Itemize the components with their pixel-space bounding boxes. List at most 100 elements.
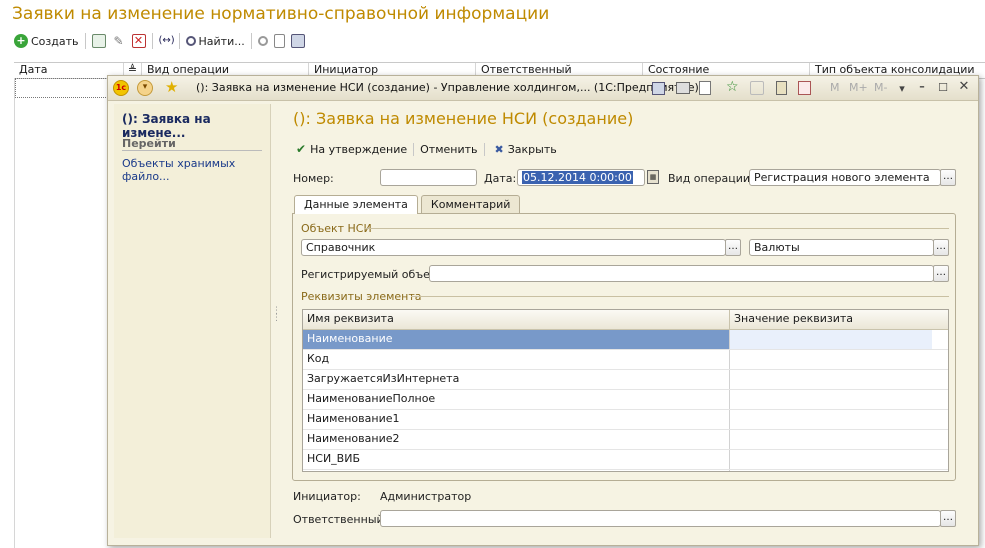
initiator-label: Инициатор: <box>293 490 361 503</box>
save-icon[interactable] <box>652 82 665 95</box>
attributes-group-line <box>411 296 949 297</box>
date-field[interactable]: 05.12.2014 0:00:00 <box>517 169 645 186</box>
tab-comment[interactable]: Комментарий <box>420 195 521 213</box>
attribute-name-cell[interactable]: Наименование <box>303 330 730 349</box>
attributes-group-title: Реквизиты элемента <box>301 290 422 303</box>
table-row[interactable]: Наименование <box>303 330 948 350</box>
find-button[interactable]: Найти... <box>185 34 245 48</box>
dropdown-icon[interactable]: ▾ <box>895 82 909 96</box>
attribute-name-cell[interactable]: Наименование2 <box>303 430 730 449</box>
nsi-object-field[interactable]: Валюты <box>749 239 934 256</box>
table-row[interactable]: ЗагружаетсяИзИнтернета <box>303 370 948 390</box>
refresh-icon[interactable]: (↔) <box>159 34 175 48</box>
number-label: Номер: <box>293 172 334 185</box>
calendar-icon[interactable] <box>798 81 811 95</box>
responsible-field[interactable] <box>380 510 941 527</box>
table-row[interactable]: Наименование1 <box>303 410 948 430</box>
minimize-icon[interactable]: – <box>915 80 929 94</box>
nav-form-title[interactable]: (): Заявка на измене... <box>122 112 270 140</box>
form-title: (): Заявка на изменение НСИ (создание) <box>293 109 634 128</box>
column-attribute-value[interactable]: Значение реквизита <box>730 310 932 329</box>
save-icon[interactable] <box>290 34 305 48</box>
navigation-pane: (): Заявка на измене... Перейти Объекты … <box>114 104 271 538</box>
operation-select-button[interactable]: … <box>940 169 956 186</box>
table-row[interactable]: НСИ_ВИБ <box>303 450 948 470</box>
request-window: 1с ▾ ★ (): Заявка на изменение НСИ (созд… <box>107 75 979 546</box>
delete-icon[interactable]: ✕ <box>131 34 146 48</box>
memory-minus-button[interactable]: M- <box>874 81 887 94</box>
attribute-name-cell[interactable]: НаименованиеПолное <box>303 390 730 409</box>
attribute-name-cell[interactable]: НСИ_ВИБ <box>303 450 730 469</box>
calculator-icon[interactable] <box>776 81 787 95</box>
favorite-star-icon[interactable]: ★ <box>165 78 178 96</box>
attribute-value-cell[interactable] <box>730 390 932 409</box>
responsible-label: Ответственный: <box>293 513 388 526</box>
table-row[interactable]: НСИ_НеАктивный <box>303 470 948 471</box>
checkmark-icon: ✔ <box>296 142 307 156</box>
date-label: Дата: <box>484 172 517 185</box>
memory-plus-button[interactable]: M+ <box>849 81 868 94</box>
toolbar-separator <box>84 33 86 49</box>
close-icon[interactable]: ✕ <box>957 80 971 94</box>
attribute-value-cell[interactable] <box>730 350 932 369</box>
splitter-handle[interactable]: ⋮ ⋮ <box>272 307 281 323</box>
nav-link-stored-files[interactable]: Объекты хранимых файло... <box>122 157 270 183</box>
form-command-bar: ✔ На утверждение Отменить ✖ Закрыть <box>296 142 557 156</box>
attribute-name-cell[interactable]: ЗагружаетсяИзИнтернета <box>303 370 730 389</box>
cancel-button[interactable]: Отменить <box>420 143 477 156</box>
registered-object-field[interactable] <box>429 265 934 282</box>
table-rows: Наименование Код ЗагружаетсяИзИнтернета Наи… <box>303 330 948 471</box>
document-icon[interactable] <box>273 34 285 48</box>
attribute-value-cell[interactable] <box>730 330 932 349</box>
tab-strip: Данные элемента Комментарий <box>294 195 521 214</box>
tab-element-data[interactable]: Данные элемента <box>294 195 418 214</box>
memory-m-button[interactable]: M <box>830 81 840 94</box>
initiator-value: Администратор <box>380 490 472 503</box>
edit-icon[interactable]: ✎ <box>112 34 126 48</box>
maximize-icon[interactable]: ☐ <box>936 81 950 95</box>
registered-object-select-button[interactable]: … <box>933 265 949 282</box>
print-icon[interactable] <box>676 82 690 94</box>
attribute-value-cell[interactable] <box>730 410 932 429</box>
history-icon[interactable] <box>750 81 764 95</box>
attribute-name-cell[interactable]: НСИ_НеАктивный <box>303 470 730 471</box>
nsi-type-select-button[interactable]: … <box>725 239 741 256</box>
attribute-value-cell[interactable] <box>730 430 932 449</box>
attribute-value-cell[interactable] <box>730 370 932 389</box>
attribute-name-cell[interactable]: Код <box>303 350 730 369</box>
calendar-picker-icon[interactable]: ▦ <box>647 170 659 184</box>
window-titlebar: 1с ▾ ★ (): Заявка на изменение НСИ (созд… <box>108 76 978 101</box>
attributes-table[interactable]: Имя реквизита Значение реквизита Наимено… <box>302 309 949 472</box>
date-value: 05.12.2014 0:00:00 <box>522 171 633 184</box>
attribute-value-cell[interactable] <box>730 470 932 471</box>
find-button-label: Найти... <box>198 34 245 48</box>
operation-label: Вид операции: <box>668 172 754 185</box>
menu-icon[interactable]: ▾ <box>137 80 153 96</box>
nsi-type-field[interactable]: Справочник <box>301 239 726 256</box>
table-row[interactable]: Код <box>303 350 948 370</box>
submit-approval-button[interactable]: На утверждение <box>310 143 407 156</box>
list-toolbar: + Создать ✎ ✕ (↔) Найти... <box>14 32 305 50</box>
copy-icon[interactable] <box>91 34 106 48</box>
table-row[interactable]: НаименованиеПолное <box>303 390 948 410</box>
command-separator <box>413 142 415 156</box>
column-attribute-name[interactable]: Имя реквизита <box>303 310 730 329</box>
number-field[interactable] <box>380 169 477 186</box>
cancel-search-icon[interactable] <box>257 36 268 46</box>
bookmark-add-icon[interactable]: ☆ <box>726 79 739 95</box>
plus-icon: + <box>14 34 28 48</box>
nsi-object-group-title: Объект НСИ <box>301 222 372 235</box>
table-row[interactable]: Наименование2 <box>303 430 948 450</box>
nsi-object-select-button[interactable]: … <box>933 239 949 256</box>
close-button[interactable]: Закрыть <box>508 143 557 156</box>
attribute-value-cell[interactable] <box>730 450 932 469</box>
responsible-select-button[interactable]: … <box>940 510 956 527</box>
registered-object-label: Регистрируемый объект: <box>301 268 447 281</box>
create-button[interactable]: + Создать <box>14 34 79 48</box>
list-focus-row[interactable] <box>15 78 108 98</box>
toolbar-separator <box>178 33 180 49</box>
operation-field[interactable]: Регистрация нового элемента <box>749 169 941 186</box>
preview-icon[interactable] <box>699 81 711 95</box>
attribute-name-cell[interactable]: Наименование1 <box>303 410 730 429</box>
table-header: Имя реквизита Значение реквизита <box>303 310 948 330</box>
